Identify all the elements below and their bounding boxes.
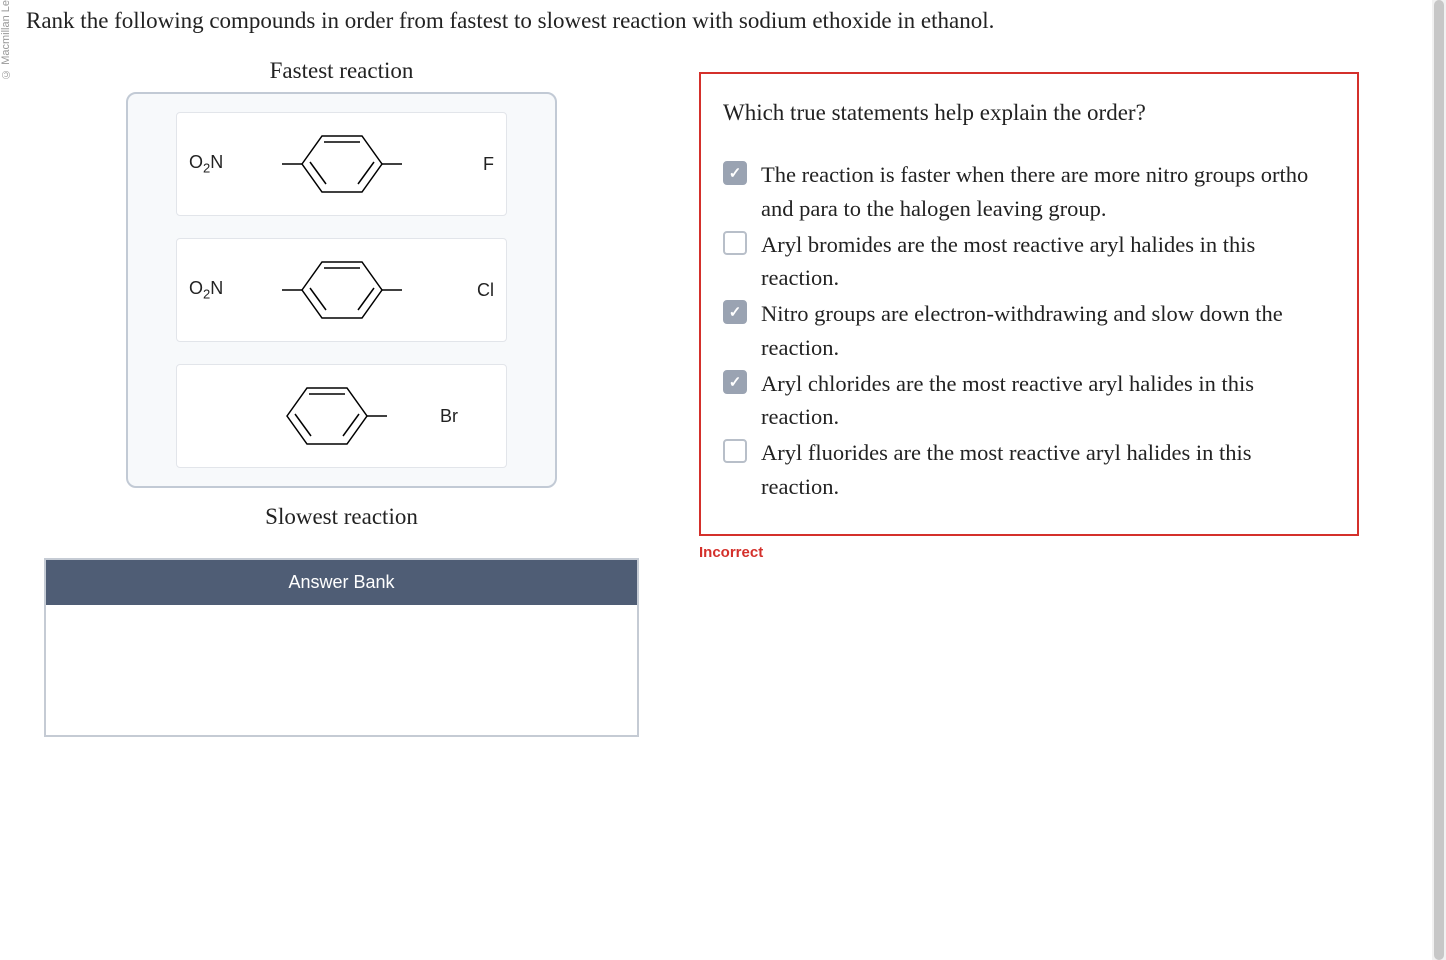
answer-bank-dropzone[interactable]: [46, 605, 637, 735]
benzene-ring-icon: [282, 250, 402, 330]
answer-bank-header: Answer Bank: [46, 560, 637, 605]
answer-bank: Answer Bank: [44, 558, 639, 737]
ranking-dropzone[interactable]: O2N F O2N: [126, 92, 557, 488]
ranking-column: Fastest reaction O2N F O2N: [44, 58, 639, 737]
statements-title: Which true statements help explain the o…: [723, 100, 1335, 126]
compound-card[interactable]: O2N F: [176, 112, 507, 216]
substituent-left: O2N: [189, 278, 223, 302]
question-text: Rank the following compounds in order fr…: [16, 0, 1446, 58]
feedback-label: Incorrect: [699, 544, 1359, 561]
statement-checkbox[interactable]: [723, 370, 747, 394]
statement-row: Nitro groups are electron-withdrawing an…: [723, 297, 1335, 365]
statement-text: Aryl chlorides are the most reactive ary…: [761, 367, 1335, 435]
substituent-left: O2N: [189, 152, 223, 176]
statement-checkbox[interactable]: [723, 300, 747, 324]
statement-checkbox[interactable]: [723, 439, 747, 463]
substituent-right: Cl: [477, 280, 494, 301]
statement-text: Nitro groups are electron-withdrawing an…: [761, 297, 1335, 365]
copyright-rail: © Macmillan Le: [0, 0, 12, 80]
statements-column: Which true statements help explain the o…: [699, 58, 1359, 737]
statement-row: Aryl bromides are the most reactive aryl…: [723, 228, 1335, 296]
substituent-right: Br: [440, 406, 458, 427]
statement-text: The reaction is faster when there are mo…: [761, 158, 1335, 226]
statement-checkbox[interactable]: [723, 231, 747, 255]
statement-text: Aryl fluorides are the most reactive ary…: [761, 436, 1335, 504]
substituent-right: F: [483, 154, 494, 175]
statement-text: Aryl bromides are the most reactive aryl…: [761, 228, 1335, 296]
main-container: Fastest reaction O2N F O2N: [16, 58, 1446, 737]
statement-checkbox[interactable]: [723, 161, 747, 185]
statement-row: The reaction is faster when there are mo…: [723, 158, 1335, 226]
statements-box: Which true statements help explain the o…: [699, 72, 1359, 536]
slowest-label: Slowest reaction: [44, 504, 639, 530]
statement-row: Aryl fluorides are the most reactive ary…: [723, 436, 1335, 504]
benzene-ring-icon: [267, 376, 387, 456]
compound-card[interactable]: Br: [176, 364, 507, 468]
fastest-label: Fastest reaction: [44, 58, 639, 84]
benzene-ring-icon: [282, 124, 402, 204]
compound-card[interactable]: O2N Cl: [176, 238, 507, 342]
statement-row: Aryl chlorides are the most reactive ary…: [723, 367, 1335, 435]
vertical-scrollbar[interactable]: [1432, 0, 1446, 960]
